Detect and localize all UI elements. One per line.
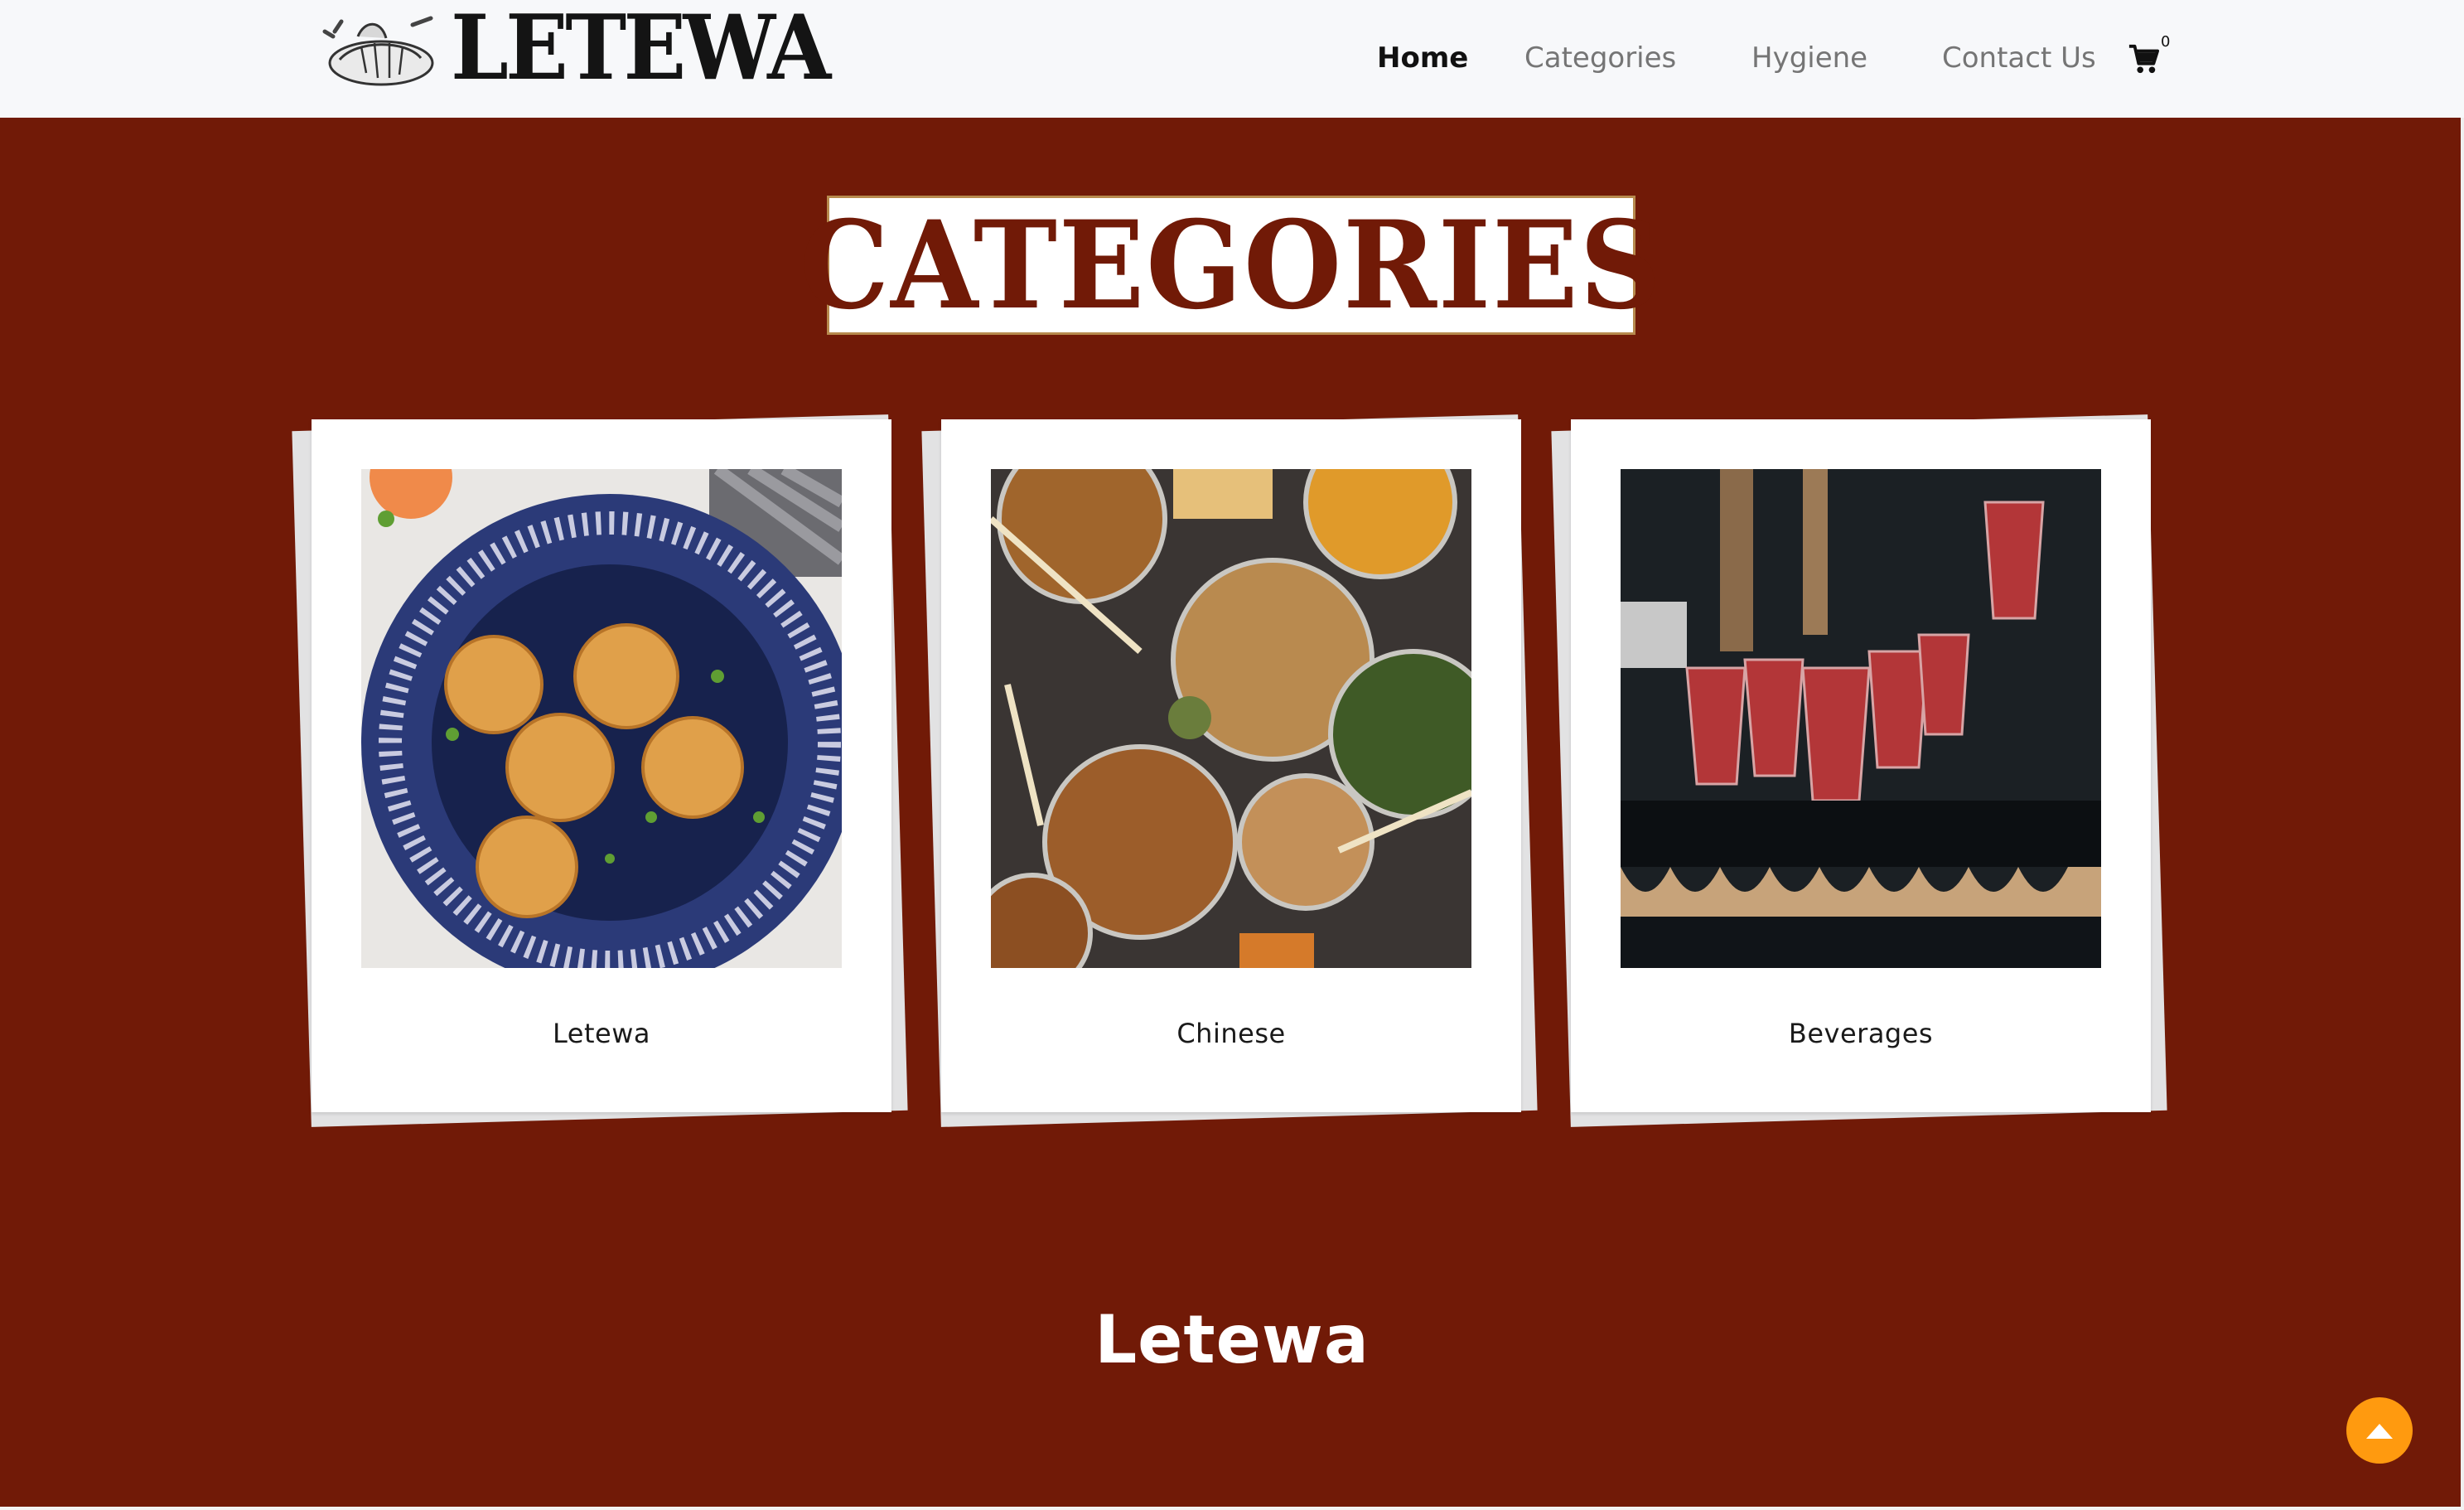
category-card-beverages[interactable]: Beverages bbox=[1551, 406, 2167, 1135]
brand-name: LETEWA bbox=[451, 0, 831, 100]
page: LETEWA Home Categories Hygiene Contact U… bbox=[0, 0, 2464, 1510]
section-heading: Letewa bbox=[1094, 1301, 1370, 1378]
nav-home[interactable]: Home bbox=[1377, 36, 1468, 80]
noodle-bowls-photo[interactable] bbox=[991, 469, 1471, 968]
page-bottom-edge bbox=[0, 1507, 2464, 1510]
card-label[interactable]: Beverages bbox=[1571, 1018, 2151, 1049]
momo-plate-image bbox=[361, 469, 842, 968]
arrow-up-icon bbox=[2366, 1424, 2393, 1439]
scrollbar-track[interactable] bbox=[2461, 118, 2464, 1507]
dumpling-icon bbox=[322, 16, 434, 86]
cart-button[interactable]: 0 bbox=[2128, 33, 2171, 80]
nav-hygiene[interactable]: Hygiene bbox=[1751, 36, 1867, 80]
noodle-bowls-image bbox=[991, 469, 1471, 968]
card-body[interactable]: Letewa bbox=[312, 419, 891, 1112]
nav-categories[interactable]: Categories bbox=[1524, 36, 1676, 80]
categories-title: CATEGORIES bbox=[800, 194, 1663, 336]
card-label[interactable]: Chinese bbox=[941, 1018, 1521, 1049]
cart-count-badge: 0 bbox=[2161, 33, 2171, 51]
categories-title-box: CATEGORIES bbox=[800, 195, 1660, 336]
drink-cups-image bbox=[1621, 469, 2101, 968]
card-label[interactable]: Letewa bbox=[312, 1018, 891, 1049]
header: LETEWA Home Categories Hygiene Contact U… bbox=[0, 0, 2464, 118]
logo[interactable]: LETEWA bbox=[315, 0, 861, 100]
card-body[interactable]: Chinese bbox=[941, 419, 1521, 1112]
drink-cups-photo[interactable] bbox=[1621, 469, 2101, 968]
momo-plate-photo[interactable] bbox=[361, 469, 842, 968]
category-card-chinese[interactable]: Chinese bbox=[921, 406, 1538, 1135]
cart-icon bbox=[2128, 44, 2159, 74]
nav-contact-us[interactable]: Contact Us bbox=[1942, 36, 2096, 80]
category-card-letewa[interactable]: Letewa bbox=[292, 406, 908, 1135]
card-body[interactable]: Beverages bbox=[1571, 419, 2151, 1112]
scroll-to-top-button[interactable] bbox=[2346, 1397, 2413, 1464]
